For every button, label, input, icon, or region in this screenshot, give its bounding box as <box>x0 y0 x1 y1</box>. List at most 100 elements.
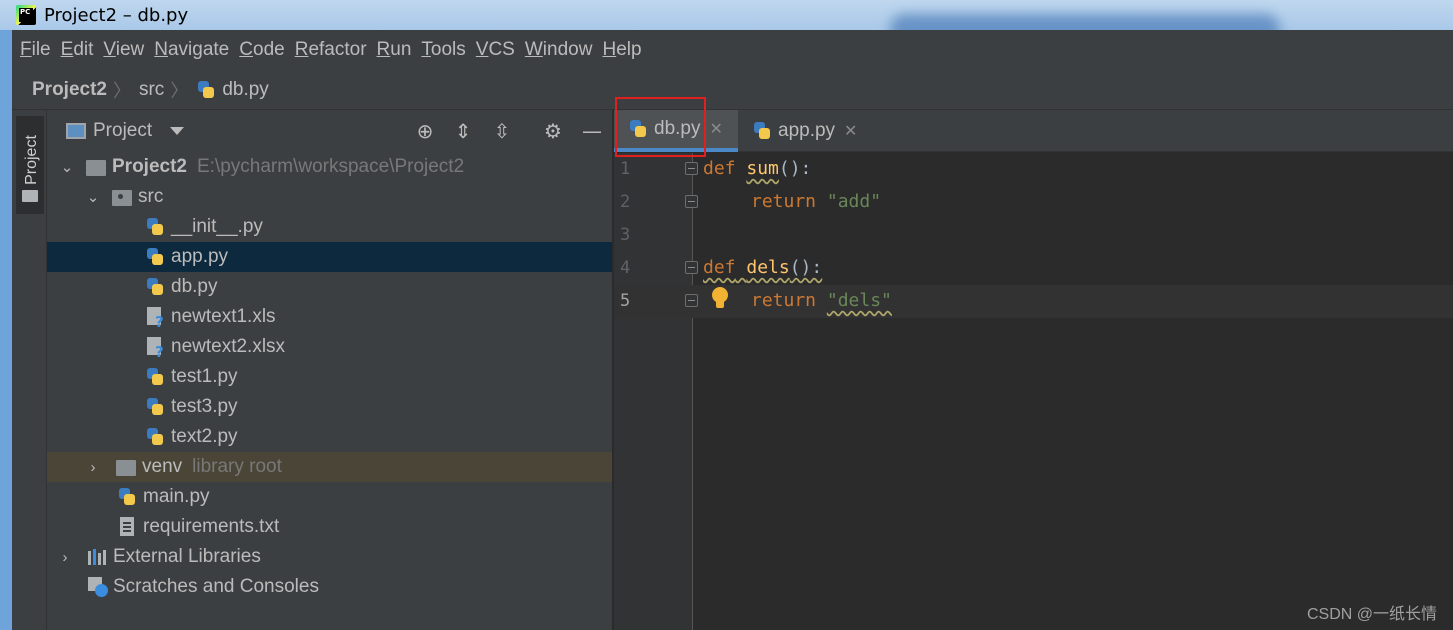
python-file-icon <box>196 80 216 100</box>
window-title: Project2 – db.py <box>44 4 189 26</box>
code-line-4: def dels(): <box>703 257 822 278</box>
tree-item-label: newtext2.xlsx <box>171 336 286 357</box>
python-file-icon <box>752 121 772 141</box>
tree-item-label: Project2 <box>112 156 187 177</box>
code-line-5: return "dels" <box>751 290 892 311</box>
code-line-1: def sum(): <box>703 158 811 179</box>
tree-item-init[interactable]: __init__.py <box>47 212 612 242</box>
tree-item-requirements[interactable]: requirements.txt <box>47 512 612 542</box>
string-literal: "dels" <box>826 290 892 311</box>
tree-item-main[interactable]: main.py <box>47 482 612 512</box>
menu-code[interactable]: Code <box>239 39 284 61</box>
gear-icon[interactable]: ⚙ <box>541 119 565 143</box>
menu-navigate[interactable]: Navigate <box>154 39 229 61</box>
tree-item-venv[interactable]: › venv library root <box>47 452 612 482</box>
chevron-right-icon[interactable]: › <box>55 549 75 566</box>
tool-window-stripe: Project <box>12 110 47 630</box>
tree-item-project2[interactable]: ⌄ Project2 E:\pycharm\workspace\Project2 <box>47 152 612 182</box>
chevron-right-icon[interactable]: › <box>83 459 103 476</box>
chevron-down-icon[interactable]: ⌄ <box>83 188 103 206</box>
chevron-down-icon[interactable]: ⌄ <box>57 158 77 176</box>
breadcrumb-project[interactable]: Project2 <box>32 79 107 101</box>
menu-file[interactable]: File <box>20 39 51 61</box>
project-view-icon <box>66 123 86 139</box>
lightbulb-icon[interactable] <box>711 287 729 311</box>
tree-item-scratches[interactable]: Scratches and Consoles <box>47 572 612 602</box>
tree-item-label: test1.py <box>171 366 238 387</box>
line-number: 4 <box>620 258 631 278</box>
tree-item-newtext2[interactable]: ? newtext2.xlsx <box>47 332 612 362</box>
menu-window[interactable]: Window <box>525 39 593 61</box>
fold-icon[interactable] <box>685 294 698 307</box>
tree-item-hint: library root <box>192 456 282 477</box>
text-file-icon <box>117 517 137 537</box>
folder-icon <box>22 190 38 202</box>
tree-item-test3[interactable]: test3.py <box>47 392 612 422</box>
menu-view[interactable]: View <box>103 39 144 61</box>
line-number: 2 <box>620 192 631 212</box>
string-literal: "add" <box>826 191 882 212</box>
chevron-down-icon[interactable] <box>170 127 185 135</box>
editor-tab-bar: db.py ✕ app.py ✕ <box>614 110 1453 152</box>
keyword-return: return <box>751 290 817 311</box>
tree-item-label: requirements.txt <box>143 516 280 537</box>
line-number: 1 <box>620 159 631 179</box>
menu-vcs[interactable]: VCS <box>476 39 515 61</box>
tree-item-label: text2.py <box>171 426 238 447</box>
tree-item-path: E:\pycharm\workspace\Project2 <box>196 156 465 177</box>
breadcrumb-file[interactable]: db.py <box>222 79 268 101</box>
python-file-icon <box>145 397 165 417</box>
current-line-highlight <box>614 285 1453 318</box>
menu-edit[interactable]: Edit <box>61 39 94 61</box>
hide-icon[interactable]: — <box>580 119 604 143</box>
project-view-selector[interactable]: Project <box>93 120 152 142</box>
breadcrumb-src[interactable]: src <box>139 79 164 101</box>
annotation-highlight-box <box>615 97 706 157</box>
window-frame <box>0 30 12 630</box>
close-icon[interactable]: ✕ <box>844 121 857 141</box>
python-file-icon <box>145 217 165 237</box>
project-panel-header: Project ⊕ ⇕ ⇳ ⚙ — <box>47 110 612 152</box>
unknown-file-icon: ? <box>145 307 165 331</box>
tree-item-label: db.py <box>171 276 218 297</box>
menu-refactor[interactable]: Refactor <box>295 39 367 61</box>
collapse-all-icon[interactable]: ⇳ <box>490 119 514 143</box>
fold-icon[interactable] <box>685 261 698 274</box>
breadcrumb: Project2 〉 src 〉 db.py <box>12 70 1453 110</box>
chevron-right-icon: 〉 <box>170 80 189 102</box>
fold-icon[interactable] <box>685 195 698 208</box>
tab-app-py[interactable]: app.py ✕ <box>738 110 870 152</box>
code-line-2: return "add" <box>751 191 881 212</box>
tree-item-test1[interactable]: test1.py <box>47 362 612 392</box>
expand-all-icon[interactable]: ⇕ <box>451 119 475 143</box>
tree-item-text2[interactable]: text2.py <box>47 422 612 452</box>
tree-item-label: External Libraries <box>113 546 261 567</box>
code-editor[interactable] <box>693 153 1453 630</box>
menu-help[interactable]: Help <box>602 39 641 61</box>
library-icon <box>87 547 107 567</box>
locate-icon[interactable]: ⊕ <box>413 119 437 143</box>
window-title-bar: PC Project2 – db.py <box>0 0 1453 44</box>
folder-icon <box>86 160 106 176</box>
menu-bar: File Edit View Navigate Code Refactor Ru… <box>12 30 1453 70</box>
close-icon[interactable]: ✕ <box>709 119 722 139</box>
code-punctuation: (): <box>778 158 812 179</box>
tree-item-src[interactable]: ⌄ src <box>47 182 612 212</box>
pycharm-logo-icon: PC <box>16 5 36 25</box>
fold-icon[interactable] <box>685 162 698 175</box>
scratches-icon <box>87 577 108 597</box>
tree-item-app[interactable]: app.py <box>47 242 612 272</box>
tree-item-label: __init__.py <box>171 216 263 237</box>
tree-item-label: main.py <box>143 486 210 507</box>
tree-item-label: venv <box>142 456 183 477</box>
chevron-right-icon: 〉 <box>112 80 131 102</box>
menu-run[interactable]: Run <box>377 39 412 61</box>
unknown-file-icon: ? <box>145 337 165 361</box>
tree-item-newtext1[interactable]: ? newtext1.xls <box>47 302 612 332</box>
tree-item-db[interactable]: db.py <box>47 272 612 302</box>
menu-tools[interactable]: Tools <box>421 39 465 61</box>
tree-item-external-libraries[interactable]: › External Libraries <box>47 542 612 572</box>
project-tool-tab[interactable]: Project <box>16 116 44 214</box>
project-panel: Project ⊕ ⇕ ⇳ ⚙ — ⌄ Project2 E:\pycharm\… <box>47 110 612 630</box>
line-number: 3 <box>620 225 631 245</box>
